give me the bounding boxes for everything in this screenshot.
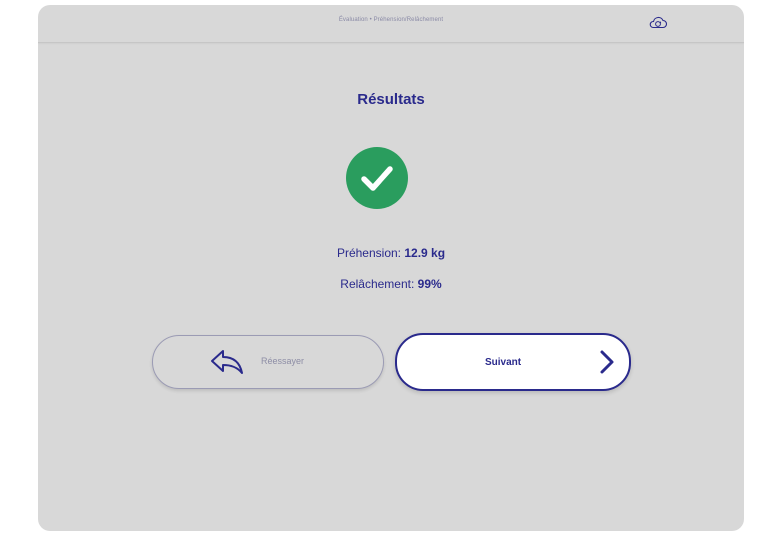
top-bar: Évaluation • Préhension/Relâchement [38, 5, 744, 43]
cloud-sync-icon[interactable] [648, 14, 668, 32]
prehension-label: Préhension: [336, 246, 401, 260]
next-button[interactable]: Suivant [395, 333, 631, 391]
chevron-right-icon [600, 350, 614, 374]
relachement-result: Relâchement: 99% [38, 277, 744, 291]
retry-label: Réessayer [261, 356, 305, 366]
breadcrumb: Évaluation • Préhension/Relâchement [338, 17, 444, 23]
check-circle-icon [346, 147, 408, 209]
next-label: Suivant [485, 357, 522, 368]
relachement-value: 99% [417, 277, 442, 291]
undo-arrow-icon [211, 350, 243, 374]
retry-button[interactable]: Réessayer [152, 335, 384, 389]
app-screen: Évaluation • Préhension/Relâchement Résu… [38, 5, 744, 531]
prehension-result: Préhension: 12.9 kg [38, 246, 744, 260]
page-title: Résultats [357, 91, 425, 108]
relachement-label: Relâchement: [340, 277, 415, 291]
prehension-value: 12.9 kg [404, 246, 446, 260]
